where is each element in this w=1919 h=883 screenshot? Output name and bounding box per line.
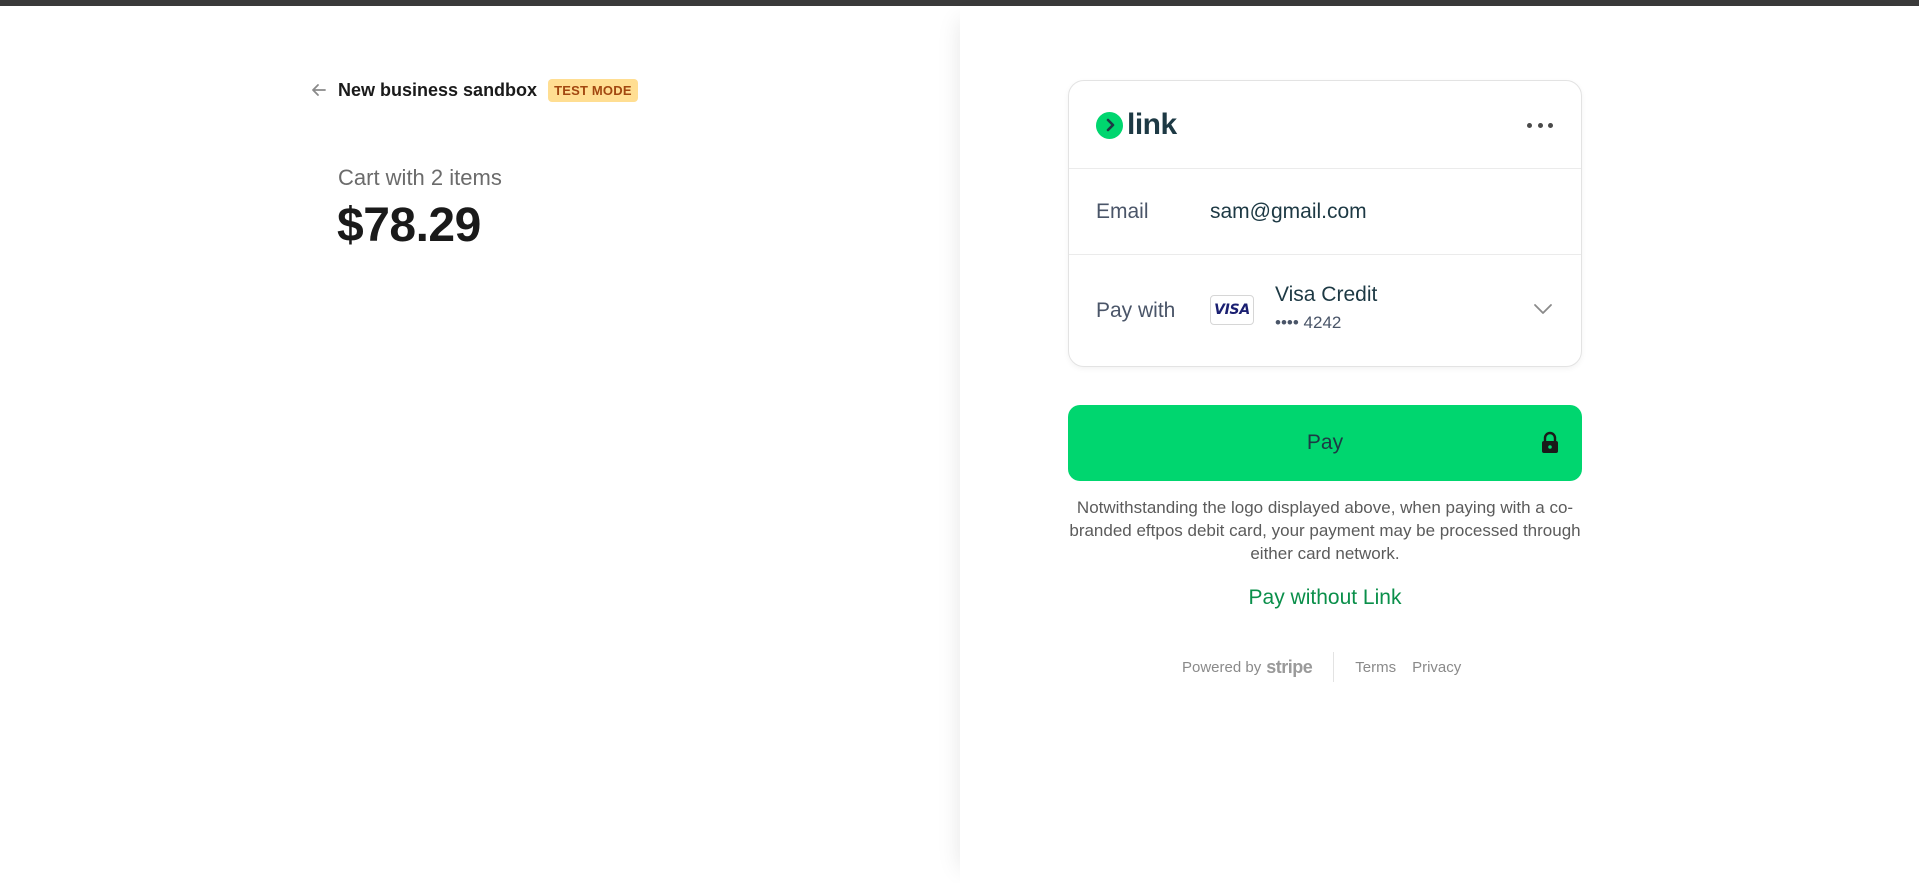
business-name: New business sandbox: [338, 79, 538, 100]
email-value: sam@gmail.com: [1210, 200, 1367, 223]
link-card: link Email sam@gmail.com Pay with VISA V…: [1068, 80, 1582, 367]
pay-button-label: Pay: [1306, 431, 1344, 454]
pay-button[interactable]: Pay: [1068, 405, 1582, 481]
powered-by-label: Powered by: [1182, 658, 1262, 676]
more-dot: [1548, 122, 1553, 128]
more-dot: [1537, 122, 1543, 128]
pay-with-label: Pay with: [1096, 299, 1176, 322]
chevron-down-icon[interactable]: [1532, 301, 1554, 317]
more-horizontal-icon: [1527, 122, 1532, 128]
cart-amount: $78.29: [337, 199, 481, 252]
link-card-header: link: [1069, 81, 1581, 169]
pay-without-link-button[interactable]: Pay without Link: [1068, 586, 1582, 610]
eftpos-notice: Notwithstanding the logo displayed above…: [1069, 498, 1581, 563]
card-last4: •••• 4242: [1275, 313, 1342, 332]
email-row: Email sam@gmail.com: [1069, 169, 1581, 255]
visa-card-icon: VISA: [1210, 295, 1254, 325]
terms-link[interactable]: Terms: [1355, 659, 1396, 676]
cart-label: Cart with 2 items: [338, 165, 502, 190]
footer-divider: [1333, 652, 1335, 682]
link-logo: link: [1096, 108, 1177, 141]
more-options-button[interactable]: [1527, 117, 1553, 133]
order-summary-pane: New business sandbox TEST MODE Cart with…: [0, 6, 960, 883]
card-brand: Visa Credit: [1275, 283, 1378, 306]
payment-method-selector[interactable]: Pay with VISA Visa Credit •••• 4242: [1069, 255, 1581, 367]
back-link[interactable]: New business sandbox TEST MODE: [310, 76, 638, 104]
lock-icon: [1540, 431, 1560, 455]
footer: Powered by stripe Terms Privacy: [1182, 652, 1461, 682]
stripe-logo: stripe: [1266, 656, 1313, 677]
visa-mark: VISA: [1214, 302, 1250, 318]
link-logo-text: link: [1127, 108, 1177, 141]
test-mode-badge: TEST MODE: [548, 78, 638, 102]
arrow-left-icon: [310, 81, 328, 99]
link-logo-icon: [1096, 111, 1123, 139]
email-label: Email: [1096, 200, 1149, 223]
powered-by-stripe[interactable]: Powered by stripe: [1182, 656, 1313, 678]
privacy-link[interactable]: Privacy: [1412, 659, 1461, 676]
